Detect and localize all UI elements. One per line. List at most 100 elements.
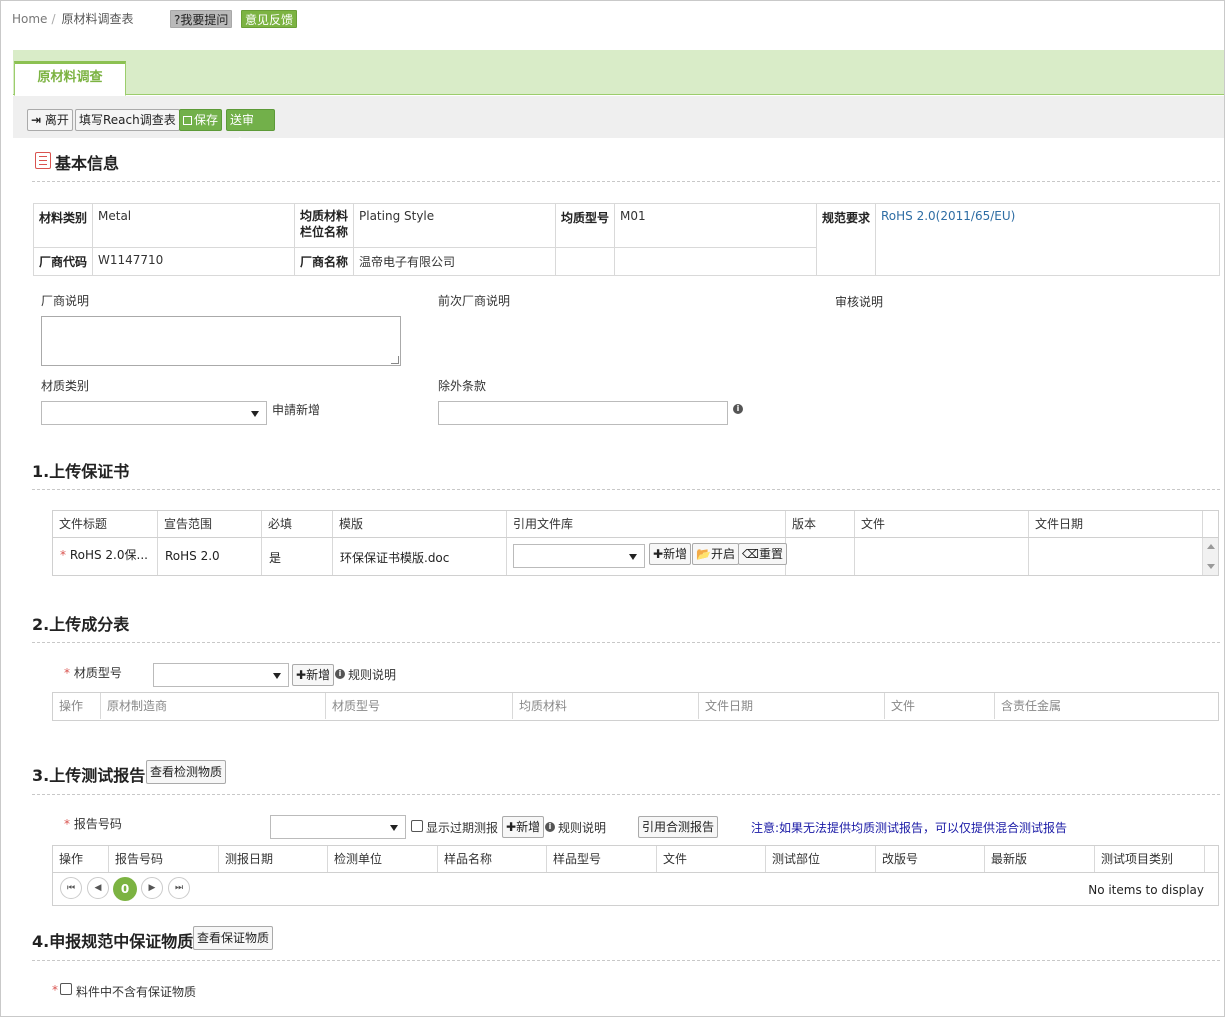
first-page-icon[interactable]: ⏮ (60, 877, 82, 899)
report-number-text: 报告号码 (73, 817, 122, 831)
next-page-icon[interactable]: ▶ (141, 877, 163, 899)
feedback-button[interactable]: 意见反馈 (241, 10, 298, 28)
section2-title: 2.上传成分表 (32, 615, 130, 634)
vendor-note-textarea[interactable] (41, 316, 401, 366)
show-expired-checkbox[interactable] (411, 820, 423, 832)
add-label: 新增 (663, 547, 688, 561)
required-mark: * (60, 548, 70, 562)
col-header: 改版号 (876, 846, 985, 872)
leave-label: 离开 (44, 113, 69, 127)
spec-value[interactable]: RoHS 2.0(2011/65/EU) (875, 203, 1220, 276)
doc-title-cell: * RoHS 2.0保... (60, 546, 148, 563)
required-cell: 是 (269, 551, 282, 565)
header-divider (53, 872, 1218, 873)
review-note-label: 审核说明 (835, 295, 884, 309)
breadcrumb-separator: / (51, 12, 56, 26)
col-header: 必填 (262, 511, 333, 537)
chevron-down-icon (390, 825, 398, 831)
last-page-icon[interactable]: ⏭ (168, 877, 190, 899)
col-header: 引用文件库 (507, 511, 786, 537)
plus-icon: ✚ (296, 668, 307, 682)
section3-title: 3.上传测试报告 (32, 766, 146, 785)
breadcrumb: Home / 原材料调查表 (12, 10, 134, 27)
leave-button[interactable]: ⇥ 离开 (27, 109, 73, 131)
homog-model-value: M01 (614, 203, 817, 248)
chevron-down-icon (629, 554, 637, 560)
info-icon[interactable]: i (733, 404, 743, 414)
col-header: 版本 (786, 511, 855, 537)
submit-review-button[interactable]: 送审 ➔ (226, 109, 275, 147)
material-type-value: Metal (92, 203, 295, 248)
prev-page-icon[interactable]: ◀ (87, 877, 109, 899)
ask-question-button[interactable]: ?我要提问 (170, 10, 233, 28)
doc-title-text: RoHS 2.0保... (69, 548, 148, 562)
test-report-grid: 操作 报告号码 测报日期 检测单位 样品名称 样品型号 文件 测试部位 改版号 … (52, 845, 1219, 906)
section4-title: 4.申报规范中保证物质 (32, 932, 194, 951)
report-number-select[interactable] (270, 815, 406, 839)
breadcrumb-home[interactable]: Home (12, 12, 47, 26)
col-header: 文件 (855, 511, 1029, 537)
report-number-label: * 报告号码 (64, 815, 122, 832)
template-link[interactable]: 环保保证书模版.doc (340, 549, 449, 566)
homog-material-value: Plating Style (353, 203, 556, 248)
chevron-down-icon (251, 411, 259, 417)
notice-text: 注意:如果无法提供均质测试报告，可以仅提供混合测试报告 (751, 821, 1068, 835)
floppy-icon (183, 116, 192, 125)
col-header: 宣告范围 (158, 511, 262, 537)
scroll-down-icon[interactable] (1207, 564, 1215, 569)
reference-combined-report-button[interactable]: 引用合测报告 (638, 816, 719, 838)
add-button[interactable]: ✚新增 (649, 543, 692, 565)
add-composition-button[interactable]: ✚新增 (292, 664, 335, 686)
divider (32, 489, 1220, 490)
rules-link[interactable]: 规则说明 (558, 819, 606, 836)
info-icon: i (335, 669, 345, 679)
show-expired-label: 显示过期测报 (426, 821, 499, 835)
col-header: 模版 (333, 511, 507, 537)
add-report-button[interactable]: ✚新增 (502, 816, 545, 838)
homog-model-key: 均质型号 (555, 203, 615, 248)
rules-link[interactable]: 规则说明 (348, 666, 396, 683)
material-class-select[interactable] (41, 401, 267, 425)
empty-cell (614, 247, 817, 276)
col-header: 文件 (885, 693, 995, 719)
reset-label: 重置 (758, 547, 783, 561)
basic-info-table: 材料类别 Metal 均质材料栏位名称 Plating Style 均质型号 M… (33, 203, 1220, 276)
apply-new-link[interactable]: 申請新增 (272, 401, 320, 418)
plus-icon: ✚ (506, 820, 517, 834)
scroll-up-icon[interactable] (1207, 544, 1215, 549)
material-model-select[interactable] (153, 663, 289, 687)
exemption-label: 除外条款 (438, 379, 487, 393)
no-guarantee-substance-checkbox[interactable] (60, 983, 72, 995)
homog-key-line1: 均质材料 (300, 209, 349, 223)
col-header: 均质材料 (513, 693, 699, 719)
view-test-substance-button[interactable]: 查看检测物质 (146, 760, 227, 784)
col-header: 测报日期 (219, 846, 328, 872)
col-header: 操作 (53, 846, 109, 872)
certificate-grid: 文件标题 宣告范围 必填 模版 引用文件库 版本 文件 文件日期 * RoHS … (52, 510, 1219, 576)
vendor-name-value: 温帝电子有限公司 (353, 247, 556, 276)
reach-survey-button[interactable]: 填写Reach调查表 (75, 109, 180, 131)
material-type-key: 材料类别 (33, 203, 93, 248)
add-label: 新增 (306, 668, 331, 682)
empty-cell (555, 247, 615, 276)
exemption-input[interactable] (438, 401, 728, 425)
homog-material-key: 均质材料 栏位名称 (294, 203, 354, 248)
scrollbar[interactable] (1202, 538, 1218, 575)
required-mark: * (64, 817, 74, 831)
file-library-select[interactable] (513, 544, 645, 568)
save-button[interactable]: 保存 (179, 109, 223, 131)
divider (32, 794, 1220, 795)
open-button[interactable]: 📂开启 (692, 543, 739, 565)
prev-vendor-note-label: 前次厂商说明 (438, 294, 511, 308)
col-header: 最新版 (985, 846, 1095, 872)
homog-key-line2: 栏位名称 (300, 225, 349, 239)
col-header: 原材制造商 (101, 693, 326, 719)
section1-title: 1.上传保证书 (32, 462, 130, 481)
tab-strip: 原材料调查 (13, 50, 1224, 96)
arrow-right-icon: ➔ (234, 133, 245, 147)
tab-material-survey[interactable]: 原材料调查 (14, 61, 126, 96)
basic-info-title: 基本信息 (55, 154, 120, 173)
view-guarantee-substance-button[interactable]: 查看保证物质 (193, 926, 274, 950)
reset-button[interactable]: ⌫重置 (738, 543, 787, 565)
current-page[interactable]: 0 (113, 877, 137, 901)
